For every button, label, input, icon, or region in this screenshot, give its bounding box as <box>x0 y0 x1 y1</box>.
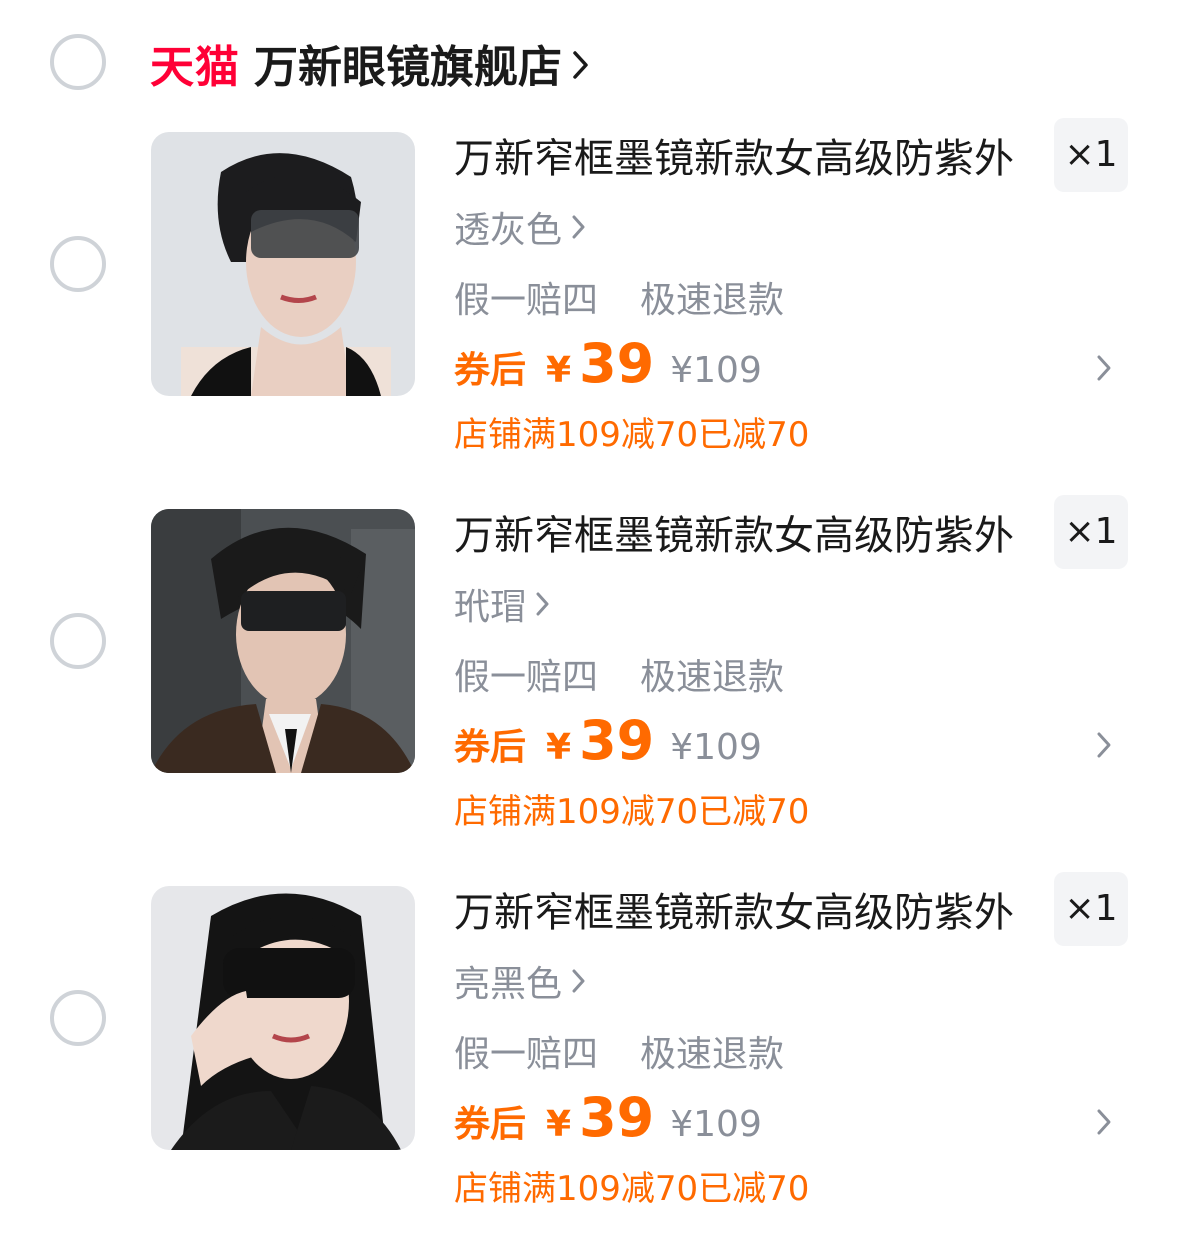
product-thumbnail[interactable] <box>151 886 415 1150</box>
product-title[interactable]: 万新窄框墨镜新款女高级防紫外 <box>454 509 1044 563</box>
service-tag: 极速退款 <box>640 657 785 698</box>
service-tag: 极速退款 <box>640 1034 785 1075</box>
item-select-radio[interactable] <box>50 236 106 292</box>
service-tags: 假一赔四 极速退款 <box>454 1026 784 1076</box>
shop-name: 万新眼镜旗舰店 <box>254 42 562 93</box>
tmall-brand-label: 天猫 <box>150 42 240 93</box>
chevron-right-icon <box>536 592 550 616</box>
price-value: 39 <box>579 332 655 395</box>
product-thumbnail[interactable] <box>151 132 415 396</box>
currency-symbol: ¥ <box>546 1104 572 1145</box>
original-price: ¥109 <box>670 350 762 391</box>
original-price: ¥109 <box>670 1104 762 1145</box>
currency-symbol: ¥ <box>546 727 572 768</box>
shop-header[interactable]: 天猫 万新眼镜旗舰店 <box>150 28 590 98</box>
chevron-right-icon[interactable] <box>1096 354 1112 386</box>
chevron-right-icon[interactable] <box>1096 1108 1112 1140</box>
quantity-badge[interactable]: ×1 <box>1054 872 1128 946</box>
chevron-right-icon <box>572 215 586 239</box>
price-value: 39 <box>579 1086 655 1149</box>
price-label: 券后 <box>454 727 527 768</box>
promo-text: 店铺满109减70已减70 <box>454 792 810 832</box>
service-tags: 假一赔四 极速退款 <box>454 272 784 322</box>
service-tag: 极速退款 <box>640 280 785 321</box>
chevron-right-icon <box>572 50 590 80</box>
quantity-badge[interactable]: ×1 <box>1054 495 1128 569</box>
cart-item: 万新窄框墨镜新款女高级防紫外 ×1 亮黑色 假一赔四 极速退款 券后 ¥ 39 … <box>0 872 1179 1226</box>
service-tags: 假一赔四 极速退款 <box>454 649 784 699</box>
chevron-right-icon <box>572 969 586 993</box>
promo-text: 店铺满109减70已减70 <box>454 415 810 455</box>
price-row[interactable]: 券后 ¥ 39 ¥109 <box>454 709 762 779</box>
variant-label: 透灰色 <box>454 210 563 251</box>
chevron-right-icon[interactable] <box>1096 731 1112 763</box>
variant-selector[interactable]: 玳瑁 <box>454 579 550 629</box>
price-row[interactable]: 券后 ¥ 39 ¥109 <box>454 332 762 402</box>
promo-text: 店铺满109减70已减70 <box>454 1169 810 1209</box>
price-row[interactable]: 券后 ¥ 39 ¥109 <box>454 1086 762 1156</box>
service-tag: 假一赔四 <box>454 1034 599 1075</box>
product-title[interactable]: 万新窄框墨镜新款女高级防紫外 <box>454 132 1044 186</box>
variant-label: 玳瑁 <box>454 587 527 628</box>
quantity-badge[interactable]: ×1 <box>1054 118 1128 192</box>
service-tag: 假一赔四 <box>454 280 599 321</box>
price-label: 券后 <box>454 1104 527 1145</box>
currency-symbol: ¥ <box>546 350 572 391</box>
original-price: ¥109 <box>670 727 762 768</box>
price-label: 券后 <box>454 350 527 391</box>
price-value: 39 <box>579 709 655 772</box>
item-select-radio[interactable] <box>50 613 106 669</box>
cart-item: 万新窄框墨镜新款女高级防紫外 ×1 透灰色 假一赔四 极速退款 券后 ¥ 39 … <box>0 118 1179 472</box>
item-select-radio[interactable] <box>50 990 106 1046</box>
product-thumbnail[interactable] <box>151 509 415 773</box>
variant-label: 亮黑色 <box>454 964 563 1005</box>
service-tag: 假一赔四 <box>454 657 599 698</box>
variant-selector[interactable]: 透灰色 <box>454 202 586 252</box>
cart-item: 万新窄框墨镜新款女高级防紫外 ×1 玳瑁 假一赔四 极速退款 券后 ¥ 39 ¥… <box>0 495 1179 849</box>
product-title[interactable]: 万新窄框墨镜新款女高级防紫外 <box>454 886 1044 940</box>
shop-select-radio[interactable] <box>50 34 106 90</box>
variant-selector[interactable]: 亮黑色 <box>454 956 586 1006</box>
